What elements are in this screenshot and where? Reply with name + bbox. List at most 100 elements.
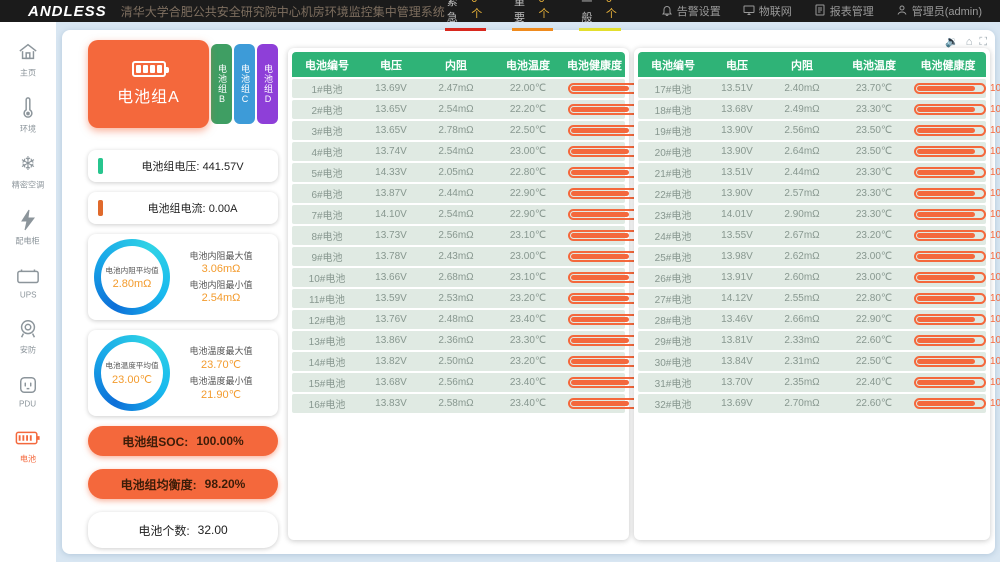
table-row: 23#电池14.01V2.90mΩ23.30℃100% bbox=[638, 205, 986, 224]
sidebar-item-配电柜[interactable]: 配电柜 bbox=[14, 208, 41, 247]
temperature-min-label: 电池温度最小值 bbox=[189, 374, 252, 387]
health-cell: 100% bbox=[910, 209, 1000, 220]
health-bar bbox=[914, 125, 986, 136]
health-cell: 100% bbox=[910, 356, 1000, 367]
battery-id: 12#电池 bbox=[292, 312, 362, 327]
health-percent: 100% bbox=[990, 377, 1000, 388]
alarm-chip-1[interactable]: 重要0个 bbox=[512, 0, 553, 31]
tab-电池组B[interactable]: 电池组B bbox=[211, 44, 232, 124]
temperature-card: 电池温度平均值 23.00℃ 电池温度最大值 23.70℃ 电池温度最小值 21… bbox=[88, 330, 278, 416]
battery-group-a-label: 电池组A bbox=[117, 83, 180, 107]
column-header: 电池温度 bbox=[838, 57, 910, 73]
sidebar: 主页环境 ❄精密空调配电柜 UPS 安防 PDU 电池 bbox=[0, 22, 56, 562]
voltage-cell: 13.51V bbox=[708, 167, 766, 178]
top-bar: ANDLESS 清华大学合肥公共安全研究院中心机房环境监控集中管理系统 紧急0个… bbox=[0, 0, 1000, 22]
battery-id: 15#电池 bbox=[292, 375, 362, 390]
table-row: 29#电池13.81V2.33mΩ22.60℃100% bbox=[638, 331, 986, 350]
home-small-icon[interactable]: ⌂ bbox=[966, 36, 973, 48]
table-row: 5#电池14.33V2.05mΩ22.80℃100% bbox=[292, 163, 625, 182]
menu-item-0[interactable]: 告警设置 bbox=[661, 3, 721, 19]
temperature-cell: 23.10℃ bbox=[492, 272, 564, 283]
resistance-cell: 2.54mΩ bbox=[420, 146, 492, 157]
battery-id: 24#电池 bbox=[638, 228, 708, 243]
alarm-chip-0[interactable]: 紧急0个 bbox=[445, 0, 486, 31]
table-row: 26#电池13.91V2.60mΩ23.00℃100% bbox=[638, 268, 986, 287]
sidebar-item-环境[interactable]: 环境 bbox=[18, 96, 38, 135]
temperature-cell: 23.50℃ bbox=[838, 146, 910, 157]
temperature-cell: 23.00℃ bbox=[838, 251, 910, 262]
table-row: 18#电池13.68V2.49mΩ23.30℃100% bbox=[638, 100, 986, 119]
tab-电池组C[interactable]: 电池组C bbox=[234, 44, 255, 124]
health-percent: 100% bbox=[990, 272, 1000, 283]
health-percent: 100% bbox=[990, 167, 1000, 178]
table-header: 电池编号电压内阻电池温度电池健康度 bbox=[292, 52, 625, 77]
table-row: 19#电池13.90V2.56mΩ23.50℃100% bbox=[638, 121, 986, 140]
health-percent: 100% bbox=[990, 104, 1000, 115]
tab-battery-group-a[interactable]: 电池组A bbox=[88, 40, 209, 128]
sidebar-item-UPS[interactable]: UPS bbox=[16, 264, 40, 300]
volume-icon[interactable]: 🔉 bbox=[945, 36, 959, 48]
health-percent: 100% bbox=[990, 251, 1000, 262]
temperature-cell: 22.90℃ bbox=[492, 188, 564, 199]
group-balance-pill: 电池组均衡度:98.20% bbox=[88, 469, 278, 499]
health-bar bbox=[914, 104, 986, 115]
temperature-cell: 22.80℃ bbox=[492, 167, 564, 178]
temperature-cell: 23.10℃ bbox=[492, 230, 564, 241]
battery-id: 19#电池 bbox=[638, 123, 708, 138]
temperature-cell: 22.60℃ bbox=[838, 335, 910, 346]
health-bar bbox=[914, 167, 986, 178]
voltage-cell: 14.33V bbox=[362, 167, 420, 178]
table-row: 11#电池13.59V2.53mΩ23.20℃100% bbox=[292, 289, 625, 308]
tab-电池组D[interactable]: 电池组D bbox=[257, 44, 278, 124]
temperature-cell: 22.00℃ bbox=[492, 83, 564, 94]
battery-id: 8#电池 bbox=[292, 228, 362, 243]
column-header: 电池温度 bbox=[492, 57, 564, 73]
table-row: 30#电池13.84V2.31mΩ22.50℃100% bbox=[638, 352, 986, 371]
health-cell: 100% bbox=[910, 314, 1000, 325]
sidebar-item-安防[interactable]: 安防 bbox=[17, 317, 39, 356]
alarm-count: 0个 bbox=[539, 0, 552, 25]
resistance-cell: 2.56mΩ bbox=[766, 125, 838, 136]
group-soc-pill: 电池组SOC:100.00% bbox=[88, 426, 278, 456]
temperature-cell: 23.70℃ bbox=[838, 83, 910, 94]
health-bar bbox=[568, 209, 640, 220]
sidebar-item-主页[interactable]: 主页 bbox=[17, 40, 39, 79]
health-bar bbox=[568, 167, 640, 178]
alarm-chip-2[interactable]: 一般0个 bbox=[579, 0, 620, 31]
resistance-cell: 2.68mΩ bbox=[420, 272, 492, 283]
battery-id: 30#电池 bbox=[638, 354, 708, 369]
column-header: 电池健康度 bbox=[564, 57, 625, 73]
battery-id: 26#电池 bbox=[638, 270, 708, 285]
menu-item-3[interactable]: 管理员(admin) bbox=[896, 3, 982, 19]
menu-item-2[interactable]: 报表管理 bbox=[814, 3, 874, 19]
menu-item-1[interactable]: 物联网 bbox=[743, 3, 792, 19]
battery-id: 20#电池 bbox=[638, 144, 708, 159]
sidebar-item-PDU[interactable]: PDU bbox=[18, 373, 38, 409]
sidebar-item-label: 安防 bbox=[20, 344, 36, 356]
temperature-cell: 23.00℃ bbox=[492, 146, 564, 157]
temperature-cell: 23.40℃ bbox=[492, 377, 564, 388]
alarm-count: 0个 bbox=[471, 0, 484, 25]
resistance-cell: 2.44mΩ bbox=[766, 167, 838, 178]
resistance-cell: 2.53mΩ bbox=[420, 293, 492, 304]
ups-battery-icon bbox=[16, 264, 40, 288]
table-row: 13#电池13.86V2.36mΩ23.30℃100% bbox=[292, 331, 625, 350]
health-percent: 100% bbox=[990, 293, 1000, 304]
resistance-cell: 2.31mΩ bbox=[766, 356, 838, 367]
sidebar-item-精密空调[interactable]: ❄精密空调 bbox=[10, 152, 46, 191]
temperature-donut-chart: 电池温度平均值 23.00℃ bbox=[94, 335, 170, 411]
sidebar-item-电池[interactable]: 电池 bbox=[15, 426, 41, 465]
resistance-cell: 2.40mΩ bbox=[766, 83, 838, 94]
temperature-min-value: 21.90℃ bbox=[201, 388, 241, 401]
battery-icon bbox=[132, 61, 166, 77]
battery-id: 22#电池 bbox=[638, 186, 708, 201]
health-cell: 100% bbox=[910, 272, 1000, 283]
resistance-max-label: 电池内阻最大值 bbox=[189, 249, 252, 262]
menu-item-label: 报表管理 bbox=[830, 3, 874, 19]
resistance-cell: 2.50mΩ bbox=[420, 356, 492, 367]
health-bar bbox=[568, 335, 640, 346]
alarm-count: 0个 bbox=[606, 0, 619, 25]
battery-id: 23#电池 bbox=[638, 207, 708, 222]
fullscreen-icon[interactable]: ⛶ bbox=[979, 36, 987, 48]
temperature-cell: 23.30℃ bbox=[492, 335, 564, 346]
